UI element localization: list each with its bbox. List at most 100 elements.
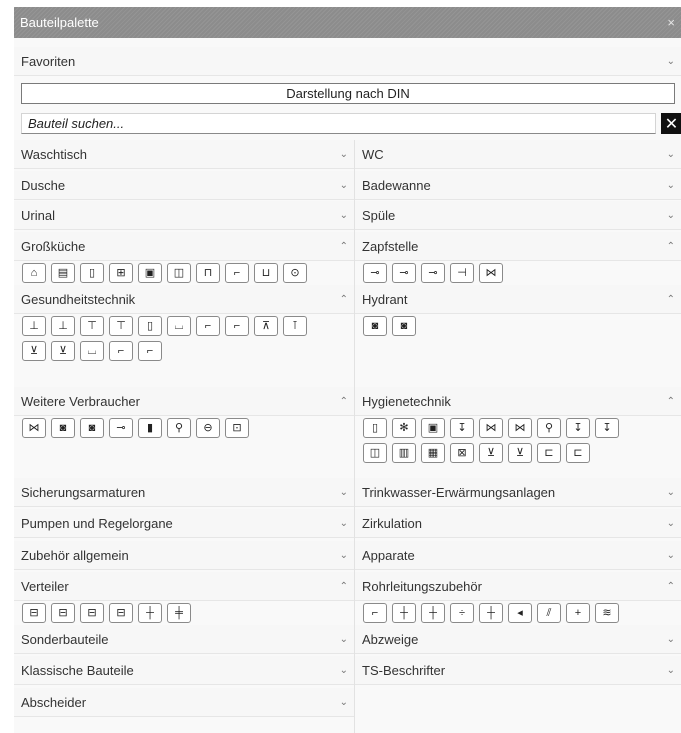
section-dusche[interactable]: Dusche ⌄ [14, 171, 354, 200]
cross-icon[interactable]: ┼ [138, 603, 162, 623]
snowflake-icon[interactable]: ✻ [392, 418, 416, 438]
separator-icon[interactable]: ⊻ [508, 443, 532, 463]
panel-icon[interactable]: ◫ [363, 443, 387, 463]
heat-panel-icon[interactable]: ▥ [392, 443, 416, 463]
foot-bath-icon[interactable]: ⊻ [22, 341, 46, 361]
section-sonderbauteile[interactable]: Sonderbauteile ⌄ [14, 625, 354, 654]
section-ts-beschrifter[interactable]: TS-Beschrifter ⌄ [355, 656, 681, 685]
bath-unit-icon[interactable]: ⊤ [80, 316, 104, 336]
manifold-icon[interactable]: ⊟ [80, 603, 104, 623]
shower-head-icon[interactable]: ⊼ [254, 316, 278, 336]
uv-icon[interactable]: ▦ [421, 443, 445, 463]
sitz-bath-icon[interactable]: ⊻ [51, 341, 75, 361]
section-pumpen-und-regelorgane[interactable]: Pumpen und Regelorgane ⌄ [14, 509, 354, 538]
compensator-icon[interactable]: ⫽ [537, 603, 561, 623]
section-klassische-bauteile[interactable]: Klassische Bauteile ⌄ [14, 656, 354, 685]
section-wc[interactable]: WC ⌄ [355, 140, 681, 169]
section-großküche[interactable]: Großküche ⌃ [14, 232, 354, 261]
section-verteiler[interactable]: Verteiler ⌃ [14, 572, 354, 601]
dosing-icon[interactable]: ⚲ [537, 418, 561, 438]
drain-icon[interactable]: ◙ [80, 418, 104, 438]
flow-valve-icon[interactable]: ⋈ [508, 418, 532, 438]
tray-icon[interactable]: ⊏ [566, 443, 590, 463]
manifold-icon[interactable]: ⊟ [22, 603, 46, 623]
hydrant-icon[interactable]: ◙ [392, 316, 416, 336]
double-cross-icon[interactable]: ╪ [167, 603, 191, 623]
tap-valve-icon[interactable]: ⊸ [363, 263, 387, 283]
treatment-basin-icon[interactable]: ⊥ [22, 316, 46, 336]
darstellung-din-button[interactable]: Darstellung nach DIN [21, 83, 675, 104]
hose-connection-icon[interactable]: ⋈ [479, 263, 503, 283]
search-input[interactable]: Bauteil suchen... [21, 113, 656, 134]
separator-icon[interactable]: ⊻ [479, 443, 503, 463]
cooler-icon[interactable]: ▣ [138, 263, 162, 283]
section-spüle[interactable]: Spüle ⌄ [355, 201, 681, 230]
section-favoriten[interactable]: Favoriten ⌄ [14, 47, 681, 76]
fountain-icon[interactable]: ⚲ [167, 418, 191, 438]
combi-steamer-icon[interactable]: ◫ [167, 263, 191, 283]
sink-unit-icon[interactable]: ⊔ [254, 263, 278, 283]
sensor-icon[interactable]: ↧ [450, 418, 474, 438]
cross-fitting-icon[interactable]: ┼ [479, 603, 503, 623]
fryer-icon[interactable]: ▤ [51, 263, 75, 283]
filter-icon[interactable]: ⊠ [450, 443, 474, 463]
reducer-icon[interactable]: ÷ [450, 603, 474, 623]
tee-icon[interactable]: ┼ [392, 603, 416, 623]
tee-icon[interactable]: ┼ [421, 603, 445, 623]
outlet-icon[interactable]: ⊡ [225, 418, 249, 438]
oven-icon[interactable]: ⌂ [22, 263, 46, 283]
section-sicherungsarmaturen[interactable]: Sicherungsarmaturen ⌄ [14, 478, 354, 507]
tap-icon[interactable]: ⌐ [225, 263, 249, 283]
clear-search-icon[interactable]: ✕ [661, 113, 681, 134]
close-icon[interactable]: × [667, 15, 675, 30]
tap-valve-icon[interactable]: ⊸ [392, 263, 416, 283]
section-trinkwasser-erwärmungsanlagen[interactable]: Trinkwasser-Erwärmungsanlagen ⌄ [355, 478, 681, 507]
treatment-basin-icon[interactable]: ⊥ [51, 316, 75, 336]
shower-arm-icon[interactable]: ⌐ [196, 316, 220, 336]
sensor-icon[interactable]: ↧ [595, 418, 619, 438]
plus-icon[interactable]: + [566, 603, 590, 623]
boiler-icon[interactable]: ▮ [138, 418, 162, 438]
valve-icon[interactable]: ⋈ [22, 418, 46, 438]
elbow-icon[interactable]: ⌐ [363, 603, 387, 623]
manifold-icon[interactable]: ⊟ [109, 603, 133, 623]
disinfection-icon[interactable]: ▣ [421, 418, 445, 438]
bath-unit-icon[interactable]: ⊤ [109, 316, 133, 336]
hose-tap-icon[interactable]: ⊸ [421, 263, 445, 283]
section-badewanne[interactable]: Badewanne ⌄ [355, 171, 681, 200]
flush-icon[interactable]: ▯ [363, 418, 387, 438]
section-zirkulation[interactable]: Zirkulation ⌄ [355, 509, 681, 538]
tap-icon[interactable]: ⌐ [138, 341, 162, 361]
bath-tub-icon[interactable]: ⌴ [167, 316, 191, 336]
section-zapfstelle[interactable]: Zapfstelle ⌃ [355, 232, 681, 261]
shower-arm-icon[interactable]: ⌐ [225, 316, 249, 336]
section-weitere-verbraucher[interactable]: Weitere Verbraucher ⌃ [14, 387, 354, 416]
table-icon[interactable]: ⊓ [196, 263, 220, 283]
dishwasher-icon[interactable]: ⊞ [109, 263, 133, 283]
drain-icon[interactable]: ◙ [51, 418, 75, 438]
dental-unit-icon[interactable]: ⊺ [283, 316, 307, 336]
section-hydrant[interactable]: Hydrant ⌃ [355, 285, 681, 314]
tap-icon[interactable]: ⌐ [109, 341, 133, 361]
section-gesundheitstechnik[interactable]: Gesundheitstechnik ⌃ [14, 285, 354, 314]
pump-unit-icon[interactable]: ⊙ [283, 263, 307, 283]
coil-icon[interactable]: ≋ [595, 603, 619, 623]
sensor-icon[interactable]: ↧ [566, 418, 590, 438]
section-abscheider[interactable]: Abscheider ⌄ [14, 688, 354, 717]
section-hygienetechnik[interactable]: Hygienetechnik ⌃ [355, 387, 681, 416]
connector-icon[interactable]: ⊸ [109, 418, 133, 438]
arrow-icon[interactable]: ◂ [508, 603, 532, 623]
section-urinal[interactable]: Urinal ⌄ [14, 201, 354, 230]
cabinet-icon[interactable]: ▯ [138, 316, 162, 336]
tray-icon[interactable]: ⊏ [537, 443, 561, 463]
section-apparate[interactable]: Apparate ⌄ [355, 541, 681, 570]
tub-icon[interactable]: ⌴ [80, 341, 104, 361]
hydrant-icon[interactable]: ◙ [363, 316, 387, 336]
section-waschtisch[interactable]: Waschtisch ⌄ [14, 140, 354, 169]
manifold-icon[interactable]: ⊟ [51, 603, 75, 623]
flow-valve-icon[interactable]: ⋈ [479, 418, 503, 438]
section-zubehör-allgemein[interactable]: Zubehör allgemein ⌄ [14, 541, 354, 570]
cabinet-icon[interactable]: ▯ [80, 263, 104, 283]
wall-tap-icon[interactable]: ⊣ [450, 263, 474, 283]
section-abzweige[interactable]: Abzweige ⌄ [355, 625, 681, 654]
